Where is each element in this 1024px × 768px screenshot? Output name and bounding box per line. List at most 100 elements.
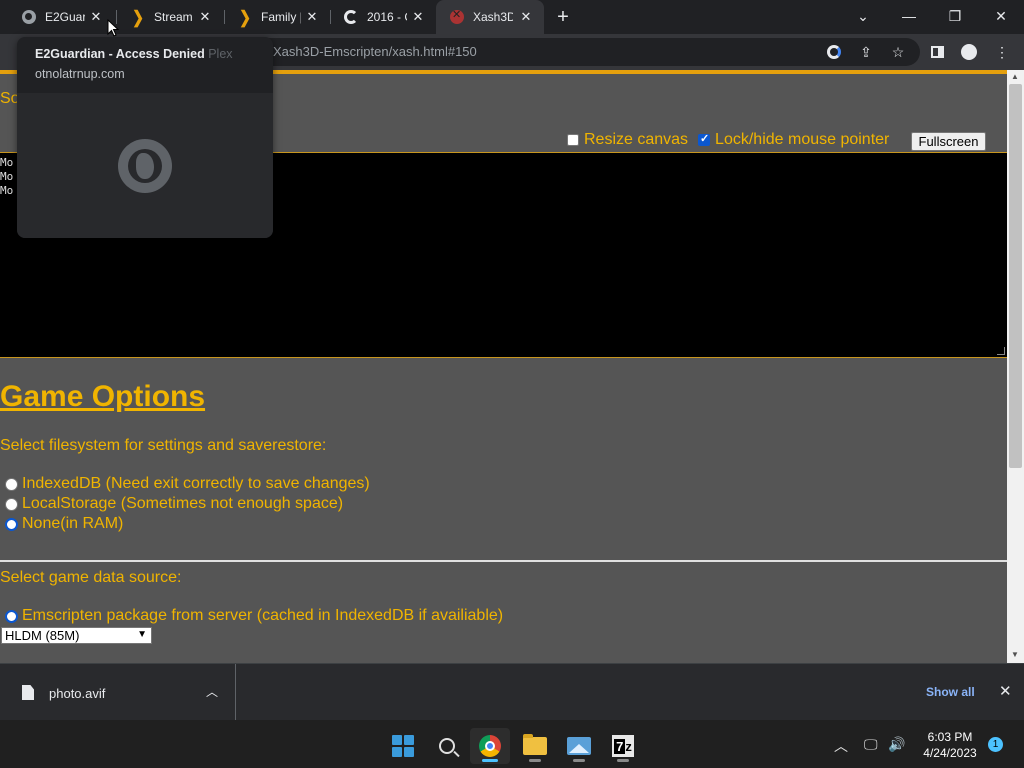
page-scrollbar[interactable]: ▲ ▼ xyxy=(1007,70,1024,663)
filesystem-prompt: Select filesystem for settings and saver… xyxy=(0,437,327,454)
game-options-heading: Game Options xyxy=(0,380,206,413)
new-tab-icon[interactable]: + xyxy=(552,6,574,28)
canvas-options: Resize canvas Lock/hide mouse pointer xyxy=(567,131,899,149)
taskbar-photos[interactable] xyxy=(559,728,599,764)
hover-card-title-text: E2Guardian - Access Denied xyxy=(35,47,205,61)
kebab-menu-icon[interactable]: ⋮ xyxy=(992,42,1012,62)
folder-icon xyxy=(523,734,547,755)
close-tab-icon[interactable]: ✕ xyxy=(410,9,426,25)
side-panel-icon[interactable] xyxy=(927,42,947,62)
tab-label: E2Guardian - Access Denied xyxy=(45,10,85,24)
profile-avatar-icon[interactable] xyxy=(959,42,979,62)
mouse-cursor-icon xyxy=(107,19,119,37)
resize-canvas-checkbox[interactable] xyxy=(567,134,579,146)
running-indicator xyxy=(617,759,629,762)
start-button[interactable] xyxy=(383,728,423,764)
tab-family-plex[interactable]: ❯ Family | Plex ✕ xyxy=(224,0,330,34)
taskbar-search[interactable] xyxy=(427,728,467,764)
taskbar-chrome[interactable] xyxy=(470,728,510,764)
taskbar-clock[interactable]: 6:03 PM 4/24/2023 xyxy=(918,729,982,761)
console-line: Mo xyxy=(0,170,14,183)
divider xyxy=(0,560,1007,562)
radio-label: IndexedDB (Need exit correctly to save c… xyxy=(22,475,370,492)
minimize-icon[interactable]: — xyxy=(886,0,932,32)
radio-localstorage[interactable]: LocalStorage (Sometimes not enough space… xyxy=(5,495,343,513)
resize-canvas-label: Resize canvas xyxy=(584,131,689,148)
photos-icon xyxy=(567,737,591,755)
volume-icon[interactable]: 🔊 xyxy=(888,736,905,753)
close-tab-icon[interactable]: ✕ xyxy=(197,9,213,25)
xash-icon xyxy=(449,8,465,25)
radio-button[interactable] xyxy=(5,477,18,491)
plex-icon: ❯ xyxy=(132,6,144,26)
radio-button[interactable] xyxy=(5,517,18,531)
close-tab-icon[interactable]: ✕ xyxy=(88,9,104,25)
radio-label: None(in RAM) xyxy=(22,515,124,532)
tab-strip: E2Guardian - Access Denied ✕ ❯ Stream | … xyxy=(0,0,1024,34)
tab-e2guardian[interactable]: E2Guardian - Access Denied ✕ xyxy=(8,0,114,34)
taskbar-file-explorer[interactable] xyxy=(515,728,555,764)
file-icon xyxy=(22,685,34,700)
taskbar-7zip[interactable]: 7z xyxy=(603,728,643,764)
console-line: Mo xyxy=(0,184,14,197)
radio-emscripten-package[interactable]: Emscripten package from server (cached i… xyxy=(5,607,503,625)
radio-label: Emscripten package from server (cached i… xyxy=(22,607,504,624)
close-tab-icon[interactable]: ✕ xyxy=(518,9,534,25)
globe-icon xyxy=(118,139,172,193)
search-icon xyxy=(439,738,455,754)
chevron-down-icon: ▼ xyxy=(137,629,147,640)
url-text[interactable]: Xash3D-Emscripten/xash.html#150 xyxy=(273,44,477,59)
close-tab-icon[interactable]: ✕ xyxy=(304,9,320,25)
tab-xash3d[interactable]: Xash3D ✕ xyxy=(436,0,544,34)
radio-none-ram[interactable]: None(in RAM) xyxy=(5,515,123,533)
network-icon[interactable]: 🖵 xyxy=(864,736,878,753)
plex-icon: ❯ xyxy=(239,6,251,26)
show-all-link[interactable]: Show all xyxy=(926,685,975,699)
close-window-icon[interactable]: ✕ xyxy=(978,0,1024,32)
hover-card-preview xyxy=(17,93,273,238)
clock-time: 6:03 PM xyxy=(927,730,973,744)
tab-label: 2016 - Google Search xyxy=(367,10,407,24)
source-prompt: Select game data source: xyxy=(0,569,182,586)
tab-label: Xash3D xyxy=(473,10,513,24)
7zip-icon: 7z xyxy=(612,735,634,757)
scrollbar-thumb[interactable] xyxy=(1009,84,1022,468)
windows-taskbar: 7z ︿ 🖵 🔊 6:03 PM 4/24/2023 xyxy=(0,720,1024,768)
scroll-up-icon[interactable]: ▲ xyxy=(1011,72,1019,81)
tab-label: Family | Plex xyxy=(261,10,301,24)
hover-card-domain: otnolatrnup.com xyxy=(35,67,125,81)
radio-indexeddb[interactable]: IndexedDB (Need exit correctly to save c… xyxy=(5,475,370,493)
scroll-down-icon[interactable]: ▼ xyxy=(1011,650,1019,659)
lock-pointer-checkbox[interactable] xyxy=(698,132,711,146)
running-indicator xyxy=(573,759,585,762)
globe-icon xyxy=(21,9,37,25)
tab-search-chevron-icon[interactable]: ⌄ xyxy=(840,0,886,32)
console-line: Mo xyxy=(0,156,14,169)
tab-stream-plex[interactable]: ❯ Stream | Plex ✕ xyxy=(117,0,223,34)
running-indicator xyxy=(529,759,541,762)
google-lens-icon[interactable] xyxy=(824,42,844,62)
tray-overflow-chevron-icon[interactable]: ︿ xyxy=(834,736,848,756)
hover-card-title: E2Guardian - Access Denied Plex xyxy=(35,47,233,61)
download-item[interactable]: photo.avif ︿ xyxy=(0,664,236,720)
package-select[interactable]: HLDM (85M) ▼ xyxy=(1,627,152,644)
chevron-up-icon[interactable]: ︿ xyxy=(206,683,218,700)
package-select-value: HLDM (85M) xyxy=(5,628,80,643)
chrome-icon xyxy=(479,735,501,757)
radio-label: LocalStorage (Sometimes not enough space… xyxy=(22,495,344,512)
share-icon[interactable]: ⇪ xyxy=(856,42,876,62)
notification-badge[interactable]: 1 xyxy=(988,737,1003,752)
lock-pointer-label: Lock/hide mouse pointer xyxy=(715,131,890,148)
bookmark-star-icon[interactable]: ☆ xyxy=(888,42,908,62)
download-file-name: photo.avif xyxy=(49,686,106,701)
tab-google-search[interactable]: 2016 - Google Search ✕ xyxy=(330,0,436,34)
close-icon[interactable]: ✕ xyxy=(999,682,1012,700)
running-indicator xyxy=(482,759,498,762)
tab-label: Stream | Plex xyxy=(154,10,194,24)
restore-icon[interactable]: ❐ xyxy=(932,0,978,32)
radio-button[interactable] xyxy=(5,609,18,623)
resize-grip[interactable] xyxy=(997,347,1005,355)
fullscreen-button[interactable]: Fullscreen xyxy=(911,132,986,151)
radio-button[interactable] xyxy=(5,497,18,511)
tab-hover-card: E2Guardian - Access Denied Plex otnolatr… xyxy=(17,37,273,238)
